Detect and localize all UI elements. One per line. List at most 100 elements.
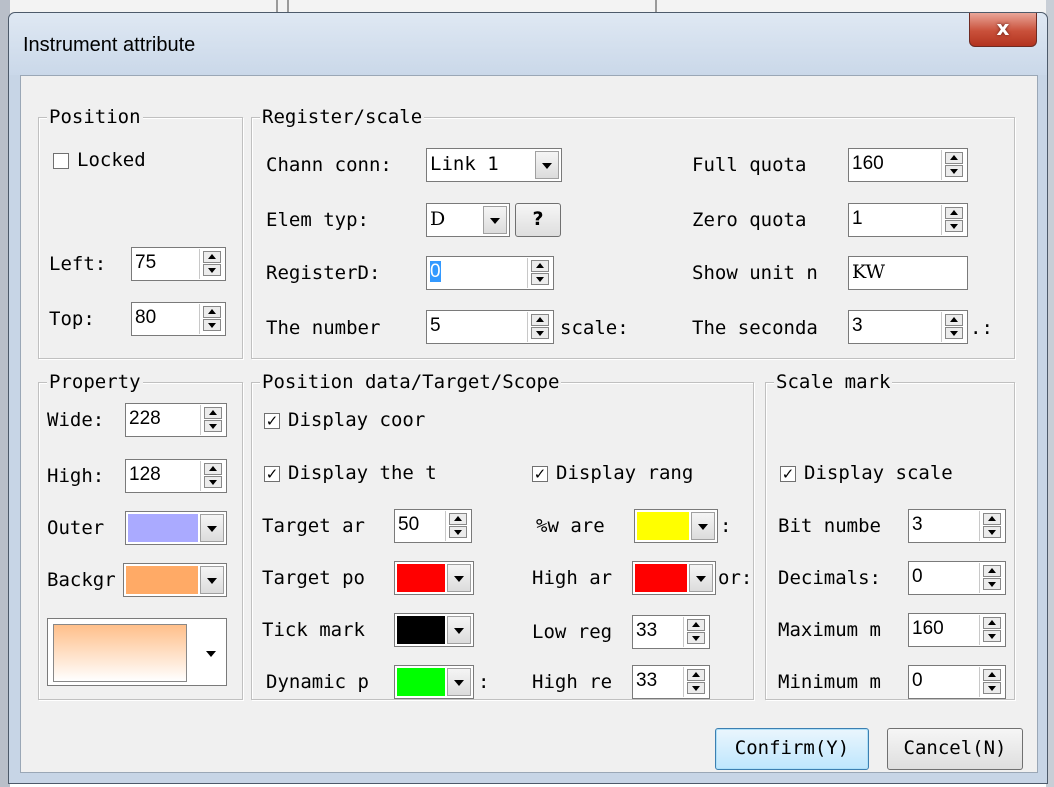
- spin-down-icon[interactable]: [945, 165, 963, 177]
- display-range-checkbox[interactable]: ✓: [532, 466, 548, 482]
- bit-number-spinner[interactable]: [979, 511, 1005, 541]
- confirm-button[interactable]: Confirm(Y): [715, 728, 869, 770]
- second-spinbox[interactable]: 3: [848, 310, 968, 344]
- show-unit-input[interactable]: KW: [848, 256, 968, 290]
- locked-label: Locked: [77, 149, 146, 171]
- spin-down-icon[interactable]: [983, 526, 1001, 538]
- spin-up-icon[interactable]: [203, 306, 221, 318]
- minimum-spinbox[interactable]: 0: [908, 665, 1006, 699]
- low-reg-spinbox[interactable]: 33: [632, 615, 710, 649]
- chevron-down-icon[interactable]: [447, 668, 471, 696]
- number-spinbox[interactable]: 5: [426, 310, 554, 344]
- chevron-down-icon[interactable]: [691, 512, 715, 540]
- top-spinner[interactable]: [199, 304, 225, 334]
- spin-up-icon[interactable]: [204, 407, 222, 419]
- left-label: Left:: [49, 253, 107, 275]
- zero-quota-spinner[interactable]: [941, 205, 967, 235]
- spin-down-icon[interactable]: [983, 578, 1001, 590]
- high-spinbox[interactable]: 128: [125, 459, 227, 493]
- zero-quota-spinbox[interactable]: 1: [848, 203, 968, 237]
- chevron-down-icon[interactable]: [447, 564, 471, 592]
- target-area-spinbox[interactable]: 50: [394, 509, 472, 543]
- bit-number-spinbox[interactable]: 3: [908, 509, 1006, 543]
- spin-up-icon[interactable]: [983, 617, 1001, 629]
- spin-down-icon[interactable]: [204, 420, 222, 432]
- top-spinbox[interactable]: 80: [131, 302, 226, 336]
- register-spinbox[interactable]: 0: [426, 256, 554, 290]
- full-quota-spinner[interactable]: [941, 150, 967, 180]
- left-spinner[interactable]: [199, 249, 225, 279]
- chevron-down-icon[interactable]: [200, 566, 224, 594]
- background-label: Backgr: [47, 569, 116, 591]
- chevron-down-icon[interactable]: [447, 616, 471, 644]
- wide-spinbox[interactable]: 228: [125, 403, 227, 437]
- display-scale-checkbox[interactable]: ✓: [780, 466, 796, 482]
- spin-down-icon[interactable]: [204, 476, 222, 488]
- spin-down-icon[interactable]: [945, 327, 963, 339]
- high-reg-spinbox[interactable]: 33: [632, 665, 710, 699]
- close-button[interactable]: x: [969, 13, 1037, 47]
- spin-up-icon[interactable]: [983, 565, 1001, 577]
- decimals-spinbox[interactable]: 0: [908, 561, 1006, 595]
- spin-up-icon[interactable]: [531, 314, 549, 326]
- target-area-spinner[interactable]: [445, 511, 471, 541]
- cancel-button[interactable]: Cancel(N): [887, 728, 1023, 770]
- decimals-spinner[interactable]: [979, 563, 1005, 593]
- left-spinbox[interactable]: 75: [131, 247, 226, 281]
- spin-down-icon[interactable]: [983, 630, 1001, 642]
- spin-down-icon[interactable]: [687, 632, 705, 644]
- high-spinner[interactable]: [200, 461, 226, 491]
- outer-color-picker[interactable]: [125, 511, 227, 545]
- chevron-down-icon[interactable]: [200, 514, 224, 542]
- dynamic-color-picker[interactable]: [394, 665, 474, 699]
- chevron-down-icon[interactable]: [483, 206, 507, 234]
- locked-checkbox[interactable]: [53, 153, 69, 169]
- spin-up-icon[interactable]: [204, 463, 222, 475]
- register-spinner[interactable]: [527, 258, 553, 288]
- chevron-down-icon[interactable]: [206, 651, 216, 657]
- spin-up-icon[interactable]: [945, 207, 963, 219]
- spin-up-icon[interactable]: [203, 251, 221, 263]
- second-spinner[interactable]: [941, 312, 967, 342]
- low-area-color-picker[interactable]: [634, 509, 718, 543]
- wide-spinner[interactable]: [200, 405, 226, 435]
- spin-up-icon[interactable]: [983, 513, 1001, 525]
- chann-conn-select[interactable]: Link 1: [426, 148, 562, 182]
- high-reg-label: High re: [532, 671, 613, 693]
- title-bar[interactable]: Instrument attribute x: [9, 13, 1047, 75]
- spin-up-icon[interactable]: [687, 669, 705, 681]
- gradient-preview-picker[interactable]: [47, 618, 227, 686]
- elem-help-button[interactable]: ?: [515, 203, 561, 237]
- spin-up-icon[interactable]: [687, 619, 705, 631]
- high-area-color-picker[interactable]: [632, 561, 716, 595]
- tick-mark-color-picker[interactable]: [394, 613, 474, 647]
- spin-up-icon[interactable]: [983, 669, 1001, 681]
- spin-down-icon[interactable]: [945, 220, 963, 232]
- target-po-color-picker[interactable]: [394, 561, 474, 595]
- spin-down-icon[interactable]: [687, 682, 705, 694]
- high-reg-spinner[interactable]: [683, 667, 709, 697]
- display-coor-checkbox[interactable]: ✓: [264, 413, 280, 429]
- spin-down-icon[interactable]: [531, 327, 549, 339]
- spin-up-icon[interactable]: [531, 260, 549, 272]
- spin-down-icon[interactable]: [203, 319, 221, 331]
- low-reg-spinner[interactable]: [683, 617, 709, 647]
- chevron-down-icon[interactable]: [689, 564, 713, 592]
- full-quota-spinbox[interactable]: 160: [848, 148, 968, 182]
- chevron-down-icon[interactable]: [535, 151, 559, 179]
- display-the-checkbox[interactable]: ✓: [264, 466, 280, 482]
- number-spinner[interactable]: [527, 312, 553, 342]
- spin-down-icon[interactable]: [531, 273, 549, 285]
- spin-down-icon[interactable]: [203, 264, 221, 276]
- number-value: 5: [430, 315, 441, 336]
- maximum-spinbox[interactable]: 160: [908, 613, 1006, 647]
- spin-down-icon[interactable]: [449, 526, 467, 538]
- minimum-spinner[interactable]: [979, 667, 1005, 697]
- spin-up-icon[interactable]: [945, 314, 963, 326]
- background-color-picker[interactable]: [123, 563, 227, 597]
- maximum-spinner[interactable]: [979, 615, 1005, 645]
- spin-up-icon[interactable]: [449, 513, 467, 525]
- spin-down-icon[interactable]: [983, 682, 1001, 694]
- elem-type-select[interactable]: D: [426, 203, 510, 237]
- spin-up-icon[interactable]: [945, 152, 963, 164]
